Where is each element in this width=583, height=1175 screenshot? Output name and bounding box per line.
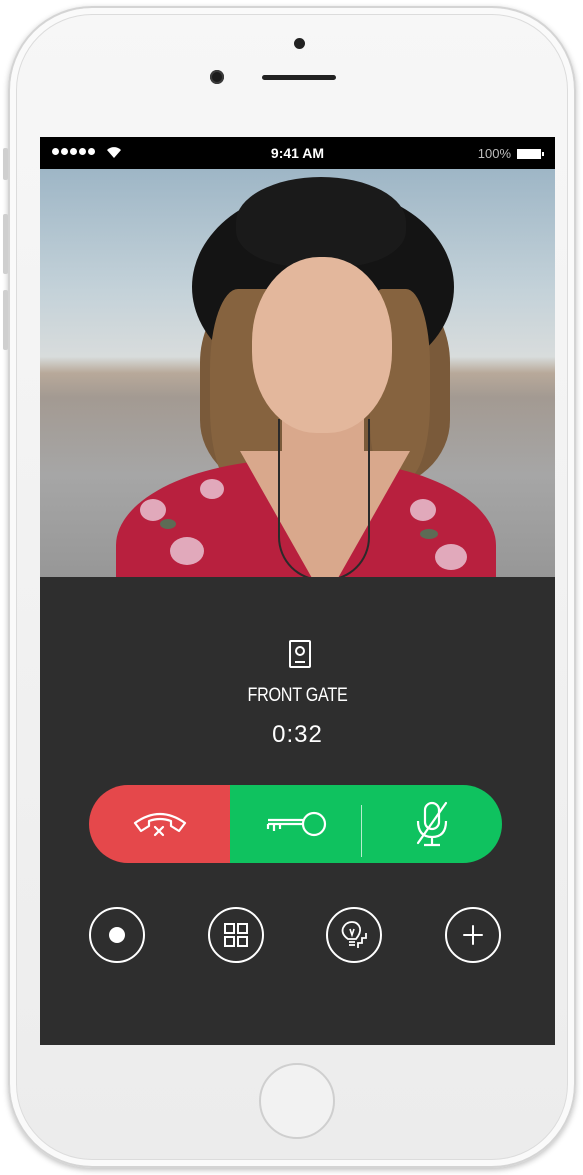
call-timer: 0:32 — [272, 721, 323, 748]
stair-light-button[interactable] — [326, 907, 382, 963]
door-station-icon — [289, 640, 311, 668]
grid-view-button[interactable] — [208, 907, 264, 963]
mute-switch — [3, 148, 8, 180]
status-bar: 9:41 AM 100% — [40, 137, 555, 169]
phone-screen: 9:41 AM 100% FRONT GATE 0:32 — [40, 137, 555, 1045]
video-feed — [40, 169, 555, 577]
volume-up-button — [3, 214, 8, 274]
home-button[interactable] — [259, 1063, 335, 1139]
proximity-sensor — [294, 38, 305, 49]
hang-up-button[interactable] — [89, 785, 230, 863]
caller-face — [252, 257, 392, 433]
earpiece-speaker — [262, 75, 336, 80]
grid-icon — [224, 923, 248, 947]
battery-percent: 100% — [477, 146, 511, 161]
mute-mic-button[interactable] — [362, 785, 502, 863]
open-door-button[interactable] — [230, 785, 361, 863]
key-icon — [266, 811, 326, 837]
location-label: FRONT GATE — [247, 685, 348, 706]
call-action-bar — [89, 785, 502, 863]
record-icon — [109, 927, 125, 943]
battery-icon — [517, 149, 544, 159]
volume-down-button — [3, 290, 8, 350]
front-camera — [210, 70, 224, 84]
record-button[interactable] — [89, 907, 145, 963]
hang-up-phone-icon — [133, 812, 186, 837]
light-stairs-icon — [341, 921, 367, 948]
plus-icon — [463, 925, 483, 945]
more-actions-button[interactable] — [445, 907, 501, 963]
mic-muted-icon — [416, 801, 448, 847]
